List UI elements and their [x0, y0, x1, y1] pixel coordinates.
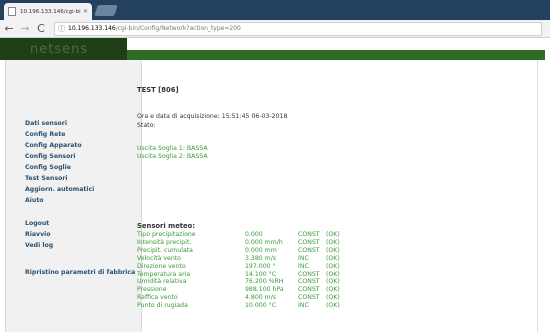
sensor-status: (OK) [326, 231, 340, 238]
sensor-type: CONST [298, 286, 320, 294]
close-tab-icon[interactable]: × [83, 8, 88, 15]
sensor-name: Raffica vento [137, 294, 178, 302]
meteo-row: Umidità relativa 76.200 %RH CONST (OK) [137, 278, 366, 286]
sensor-type: INC [298, 254, 309, 262]
meteo-table: Tipo precipitazione 0.000 CONST (OK) Intensi… [137, 231, 366, 310]
sidebar-item-riavvio[interactable]: Riavvio [6, 229, 141, 240]
sensor-type: INC [298, 262, 309, 270]
url-host: 10.196.133.146 [68, 25, 116, 32]
meteo-section-title: Sensori meteo: [137, 222, 196, 230]
sidebar: Dati sensori Config Rete Config Apparato… [5, 60, 142, 332]
sensor-name: Velocità vento [137, 254, 181, 262]
sensor-value: 14.100 °C [245, 270, 277, 278]
sensor-type: CONST [298, 246, 320, 254]
sensor-name: Punto di rugiada [137, 302, 188, 310]
meteo-row: Direzione vento 197.000 ° INC (OK) [137, 263, 366, 271]
page-title: TEST [806] [137, 86, 179, 94]
sensor-status: (OK) [326, 270, 340, 278]
new-tab-button[interactable] [94, 5, 118, 16]
sensor-value: 988.100 hPa [245, 286, 284, 294]
sensor-type: CONST [298, 278, 320, 286]
sensor-value: 76.200 %RH [245, 278, 284, 286]
sensor-type: CONST [298, 294, 320, 302]
sidebar-item-logout[interactable]: Logout [6, 218, 141, 229]
sensor-name: Direzione vento [137, 262, 186, 270]
sensor-name: Umidità relativa [137, 278, 187, 286]
page-icon [8, 7, 16, 16]
sidebar-item-aiuto[interactable]: Aiuto [6, 195, 141, 206]
sensor-value: 0.000 [245, 231, 263, 238]
stato-label: Stato: [137, 122, 156, 129]
sidebar-item-config-sensori[interactable]: Config Sensori [6, 151, 141, 162]
sensor-name: Tipo precipitazione [137, 231, 196, 238]
sensor-status: (OK) [326, 278, 340, 286]
sensor-status: (OK) [326, 294, 340, 302]
sidebar-item-dati-sensori[interactable]: Dati sensori [6, 118, 141, 129]
logo-band: netsens [0, 38, 127, 60]
sensor-type: CONST [298, 238, 320, 246]
back-arrow-icon[interactable]: ← [2, 22, 16, 36]
sidebar-item-test-sensori[interactable]: Test Sensori [6, 173, 141, 184]
sensor-value: 4.800 m/s [245, 294, 277, 302]
meteo-row: Tipo precipitazione 0.000 CONST (OK) [137, 231, 366, 239]
sidebar-item-ripristino[interactable]: Ripristino parametri di fabbrica [6, 267, 141, 278]
sidebar-item-config-rete[interactable]: Config Rete [6, 129, 141, 140]
content-border [537, 60, 538, 332]
forward-arrow-icon[interactable]: → [18, 22, 32, 36]
sidebar-item-vedi-log[interactable]: Vedi log [6, 240, 141, 251]
sensor-status: (OK) [326, 246, 340, 254]
sensor-value: 3.380 m/s [245, 254, 277, 262]
sensor-value: 10.000 °C [245, 302, 277, 310]
sidebar-item-config-soglie[interactable]: Config Soglie [6, 162, 141, 173]
sensor-name: Intensità precipit. [137, 238, 192, 246]
sensor-status: (OK) [326, 286, 340, 294]
header-band [127, 50, 545, 60]
sensor-status: (OK) [326, 302, 340, 310]
sensor-name: Pressione [137, 286, 167, 294]
sensor-status: (OK) [326, 254, 340, 262]
sensor-name: Precipit. cumulata [137, 246, 193, 254]
acquisition-label: Ora e data di acquisizione: [137, 113, 220, 120]
browser-tab[interactable]: 10.196.133.146/cgi-bin/ × [4, 3, 92, 20]
web-page: netsens Dati sensori Config Rete Config … [0, 38, 550, 332]
sensor-value: 197.000 ° [245, 262, 276, 270]
soglia-2-status: Uscita Soglia 2: BASSA [137, 153, 208, 160]
browser-toolbar: ← → C ⓘ 10.196.133.146 /cgi-bin/Config/N… [0, 20, 550, 38]
browser-tab-strip: 10.196.133.146/cgi-bin/ × [0, 0, 550, 20]
meteo-row: Intensità precipit. 0.000 mm/h CONST (OK) [137, 239, 366, 247]
sidebar-item-aggiorn-automatici[interactable]: Aggiorn. automatici [6, 184, 141, 195]
address-bar[interactable]: ⓘ 10.196.133.146 /cgi-bin/Config/Network… [54, 21, 542, 36]
sensor-type: INC [298, 302, 309, 310]
sidebar-item-config-apparato[interactable]: Config Apparato [6, 140, 141, 151]
sensor-status: (OK) [326, 238, 340, 246]
reload-icon[interactable]: C [34, 22, 48, 36]
meteo-row: Velocità vento 3.380 m/s INC (OK) [137, 255, 366, 263]
acquisition-time: Ora e data di acquisizione: 15:51:45 06-… [137, 113, 287, 120]
url-path: /cgi-bin/Config/Network?action_type=200 [115, 25, 241, 32]
tab-title: 10.196.133.146/cgi-bin/ [20, 8, 81, 15]
acquisition-value: 15:51:45 06-03-2018 [221, 113, 288, 120]
sensor-value: 0.000 mm [245, 246, 277, 254]
soglia-1-status: Uscita Soglia 1: BASSA [137, 145, 208, 152]
info-icon[interactable]: ⓘ [58, 24, 65, 34]
meteo-row: Punto di rugiada 10.000 °C INC (OK) [137, 302, 366, 310]
sensor-value: 0.000 mm/h [245, 238, 283, 246]
sensor-type: CONST [298, 270, 320, 278]
netsens-logo: netsens [30, 41, 89, 57]
meteo-row: Pressione 988.100 hPa CONST (OK) [137, 286, 366, 294]
meteo-row: Precipit. cumulata 0.000 mm CONST (OK) [137, 247, 366, 255]
sensor-type: CONST [298, 231, 320, 238]
sensor-status: (OK) [326, 262, 340, 270]
meteo-row: Raffica vento 4.800 m/s CONST (OK) [137, 294, 366, 302]
